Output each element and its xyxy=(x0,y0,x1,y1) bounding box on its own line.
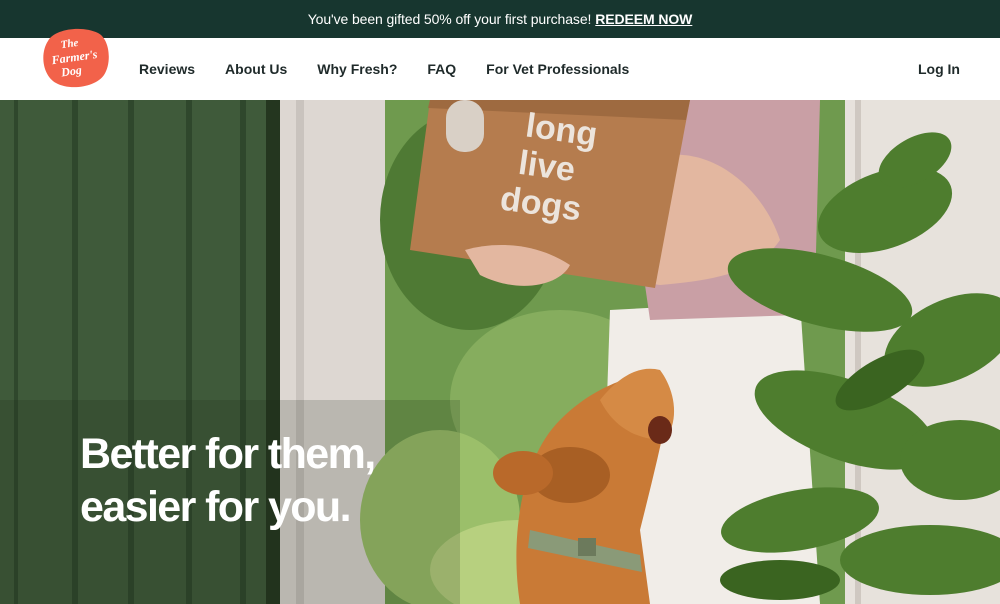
hero-headline-line2: easier for you. xyxy=(80,483,352,531)
hero-headline: Better for them, easier for you. xyxy=(80,428,376,534)
nav-item-why-fresh[interactable]: Why Fresh? xyxy=(317,61,397,77)
nav-item-vet-professionals[interactable]: For Vet Professionals xyxy=(486,61,629,77)
hero-headline-line1: Better for them, xyxy=(80,430,376,478)
brand-logo[interactable]: The Farmer's Dog xyxy=(40,27,110,89)
promo-banner: You've been gifted 50% off your first pu… xyxy=(0,0,1000,38)
logo-text-dog: Dog xyxy=(59,63,82,80)
hero-section: long live dogs Better for them, easier f… xyxy=(0,100,1000,604)
nav-item-about-us[interactable]: About Us xyxy=(225,61,287,77)
nav-item-reviews[interactable]: Reviews xyxy=(139,61,195,77)
nav-item-faq[interactable]: FAQ xyxy=(427,61,456,77)
login-link[interactable]: Log In xyxy=(918,38,960,100)
redeem-now-link[interactable]: REDEEM NOW xyxy=(595,11,692,27)
site-header: The Farmer's Dog Reviews About Us Why Fr… xyxy=(0,28,1000,100)
promo-message: You've been gifted 50% off your first pu… xyxy=(307,11,592,27)
main-nav: Reviews About Us Why Fresh? FAQ For Vet … xyxy=(139,38,629,100)
